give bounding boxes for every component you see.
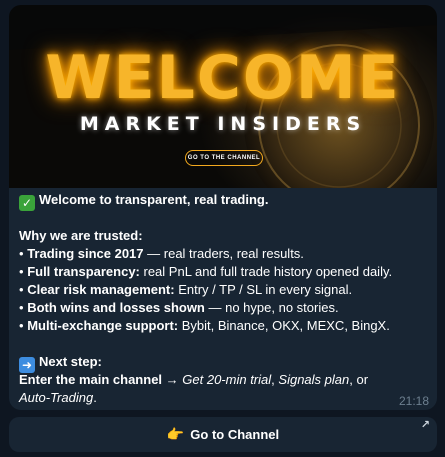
message-bubble: WELCOME MARKET INSIDERS GO TO THE CHANNE… (9, 5, 437, 410)
list-item: • Trading since 2017 — real traders, rea… (19, 246, 304, 261)
why-heading: Why we are trusted: (19, 228, 143, 243)
list-item: • Full transparency: real PnL and full t… (19, 264, 393, 279)
message-timestamp: 21:18 (398, 394, 429, 408)
message-text: ✓ Welcome to transparent, real trading. W… (19, 191, 429, 407)
external-link-icon: ↗ (420, 419, 430, 431)
headline-line: ✓ Welcome to transparent, real trading. (19, 191, 429, 211)
pointing-hand-icon: 👉 (166, 426, 185, 442)
list-item: • Clear risk management: Entry / TP / SL… (19, 282, 353, 297)
check-mark-icon: ✓ (19, 195, 35, 211)
banner-subtitle: MARKET INSIDERS (79, 113, 367, 135)
banner-title: WELCOME (45, 43, 401, 113)
list-item: • Both wins and losses shown — no hype, … (19, 300, 339, 315)
banner-channel-pill: GO TO THE CHANNEL (185, 150, 263, 166)
next-step-label: Next step: (39, 354, 102, 369)
welcome-banner-image[interactable]: WELCOME MARKET INSIDERS GO TO THE CHANNE… (9, 5, 437, 188)
go-to-channel-label: Go to Channel (190, 427, 280, 442)
list-item: • Multi-exchange support: Bybit, Binance… (19, 318, 390, 333)
headline: Welcome to transparent, real trading. (39, 192, 269, 207)
go-to-channel-button[interactable]: 👉 Go to Channel ↗ (9, 417, 437, 452)
